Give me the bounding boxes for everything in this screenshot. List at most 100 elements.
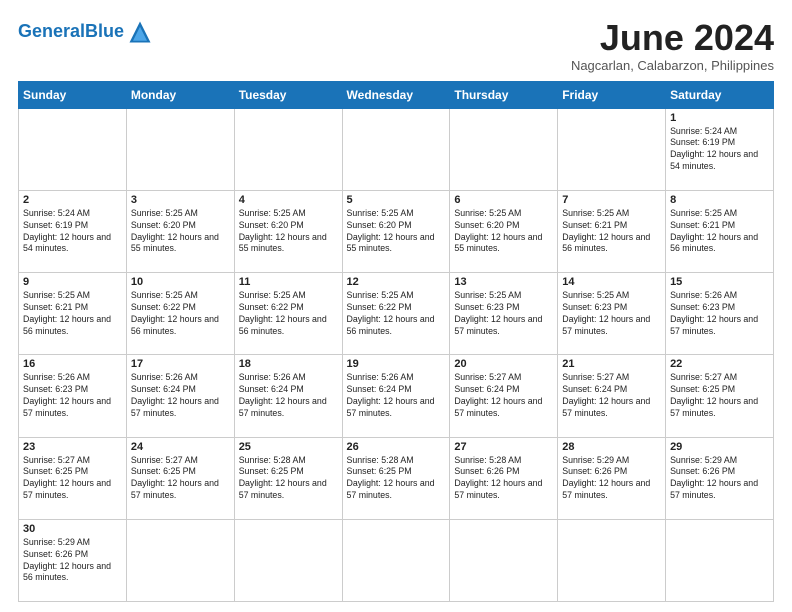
cell-day-number: 25 [239,441,338,453]
cell-sun-info: Sunrise: 5:27 AM Sunset: 6:24 PM Dayligh… [454,372,553,420]
calendar-cell: 22 Sunrise: 5:27 AM Sunset: 6:25 PM Dayli… [666,355,774,437]
cell-day-number: 12 [347,276,446,288]
calendar-cell [666,519,774,601]
calendar-week-row: 23 Sunrise: 5:27 AM Sunset: 6:25 PM Dayli… [19,437,774,519]
cell-sun-info: Sunrise: 5:26 AM Sunset: 6:23 PM Dayligh… [670,290,769,338]
cell-sun-info: Sunrise: 5:25 AM Sunset: 6:23 PM Dayligh… [562,290,661,338]
logo: GeneralBlue [18,18,154,46]
calendar-week-row: 2Sunrise: 5:24 AM Sunset: 6:19 PM Daylig… [19,190,774,272]
day-header-monday: Monday [126,81,234,108]
cell-day-number: 14 [562,276,661,288]
cell-sun-info: Sunrise: 5:26 AM Sunset: 6:24 PM Dayligh… [239,372,338,420]
cell-sun-info: Sunrise: 5:26 AM Sunset: 6:24 PM Dayligh… [347,372,446,420]
cell-day-number: 17 [131,358,230,370]
calendar-cell: 27 Sunrise: 5:28 AM Sunset: 6:26 PM Dayli… [450,437,558,519]
cell-day-number: 7 [562,194,661,206]
cell-day-number: 15 [670,276,769,288]
cell-sun-info: Sunrise: 5:27 AM Sunset: 6:24 PM Dayligh… [562,372,661,420]
cell-day-number: 6 [454,194,553,206]
calendar-cell: 4Sunrise: 5:25 AM Sunset: 6:20 PM Daylig… [234,190,342,272]
cell-sun-info: Sunrise: 5:25 AM Sunset: 6:21 PM Dayligh… [23,290,122,338]
calendar-cell [234,519,342,601]
cell-sun-info: Sunrise: 5:28 AM Sunset: 6:25 PM Dayligh… [239,455,338,503]
calendar-cell: 14 Sunrise: 5:25 AM Sunset: 6:23 PM Dayli… [558,273,666,355]
calendar-cell [558,519,666,601]
cell-sun-info: Sunrise: 5:25 AM Sunset: 6:22 PM Dayligh… [131,290,230,338]
cell-sun-info: Sunrise: 5:25 AM Sunset: 6:23 PM Dayligh… [454,290,553,338]
calendar-cell: 2Sunrise: 5:24 AM Sunset: 6:19 PM Daylig… [19,190,127,272]
cell-sun-info: Sunrise: 5:29 AM Sunset: 6:26 PM Dayligh… [23,537,122,585]
calendar-cell: 15 Sunrise: 5:26 AM Sunset: 6:23 PM Dayli… [666,273,774,355]
cell-day-number: 13 [454,276,553,288]
logo-text: GeneralBlue [18,22,124,42]
cell-sun-info: Sunrise: 5:25 AM Sunset: 6:20 PM Dayligh… [347,208,446,256]
cell-day-number: 23 [23,441,122,453]
cell-day-number: 22 [670,358,769,370]
calendar-cell: 5Sunrise: 5:25 AM Sunset: 6:20 PM Daylig… [342,190,450,272]
calendar-cell [19,108,127,190]
calendar-week-row: 1 Sunrise: 5:24 AM Sunset: 6:19 PM Daylig… [19,108,774,190]
calendar-cell: 24Sunrise: 5:27 AM Sunset: 6:25 PM Dayli… [126,437,234,519]
cell-day-number: 1 [670,112,769,124]
calendar-cell: 11 Sunrise: 5:25 AM Sunset: 6:22 PM Dayli… [234,273,342,355]
calendar-cell: 13 Sunrise: 5:25 AM Sunset: 6:23 PM Dayli… [450,273,558,355]
cell-day-number: 30 [23,523,122,535]
page: GeneralBlue June 2024 Nagcarlan, Calabar… [0,0,792,612]
cell-day-number: 27 [454,441,553,453]
cell-sun-info: Sunrise: 5:29 AM Sunset: 6:26 PM Dayligh… [670,455,769,503]
cell-day-number: 21 [562,358,661,370]
calendar-cell [234,108,342,190]
calendar-cell: 18Sunrise: 5:26 AM Sunset: 6:24 PM Dayli… [234,355,342,437]
cell-sun-info: Sunrise: 5:29 AM Sunset: 6:26 PM Dayligh… [562,455,661,503]
calendar-cell: 6Sunrise: 5:25 AM Sunset: 6:20 PM Daylig… [450,190,558,272]
cell-sun-info: Sunrise: 5:25 AM Sunset: 6:21 PM Dayligh… [562,208,661,256]
calendar-week-row: 9 Sunrise: 5:25 AM Sunset: 6:21 PM Daylig… [19,273,774,355]
calendar-cell: 16Sunrise: 5:26 AM Sunset: 6:23 PM Dayli… [19,355,127,437]
cell-day-number: 3 [131,194,230,206]
cell-sun-info: Sunrise: 5:28 AM Sunset: 6:26 PM Dayligh… [454,455,553,503]
cell-day-number: 19 [347,358,446,370]
cell-sun-info: Sunrise: 5:25 AM Sunset: 6:22 PM Dayligh… [239,290,338,338]
calendar-cell: 26Sunrise: 5:28 AM Sunset: 6:25 PM Dayli… [342,437,450,519]
cell-sun-info: Sunrise: 5:26 AM Sunset: 6:24 PM Dayligh… [131,372,230,420]
calendar-cell: 9 Sunrise: 5:25 AM Sunset: 6:21 PM Daylig… [19,273,127,355]
calendar-cell [126,519,234,601]
cell-sun-info: Sunrise: 5:27 AM Sunset: 6:25 PM Dayligh… [670,372,769,420]
calendar-cell [450,108,558,190]
cell-sun-info: Sunrise: 5:24 AM Sunset: 6:19 PM Dayligh… [23,208,122,256]
calendar-cell: 7 Sunrise: 5:25 AM Sunset: 6:21 PM Daylig… [558,190,666,272]
day-header-friday: Friday [558,81,666,108]
calendar-cell [342,108,450,190]
calendar-cell: 25 Sunrise: 5:28 AM Sunset: 6:25 PM Dayli… [234,437,342,519]
cell-sun-info: Sunrise: 5:25 AM Sunset: 6:20 PM Dayligh… [239,208,338,256]
calendar-cell: 12Sunrise: 5:25 AM Sunset: 6:22 PM Dayli… [342,273,450,355]
calendar-week-row: 16Sunrise: 5:26 AM Sunset: 6:23 PM Dayli… [19,355,774,437]
calendar-cell: 17 Sunrise: 5:26 AM Sunset: 6:24 PM Dayli… [126,355,234,437]
calendar-cell: 20Sunrise: 5:27 AM Sunset: 6:24 PM Dayli… [450,355,558,437]
day-header-thursday: Thursday [450,81,558,108]
day-header-saturday: Saturday [666,81,774,108]
calendar-cell: 30 Sunrise: 5:29 AM Sunset: 6:26 PM Dayli… [19,519,127,601]
calendar-header-row: SundayMondayTuesdayWednesdayThursdayFrid… [19,81,774,108]
calendar-cell: 23Sunrise: 5:27 AM Sunset: 6:25 PM Dayli… [19,437,127,519]
title-block: June 2024 Nagcarlan, Calabarzon, Philipp… [571,18,774,73]
calendar-cell [558,108,666,190]
calendar-cell: 19 Sunrise: 5:26 AM Sunset: 6:24 PM Dayli… [342,355,450,437]
month-title: June 2024 [571,18,774,58]
logo-icon [126,18,154,46]
cell-sun-info: Sunrise: 5:27 AM Sunset: 6:25 PM Dayligh… [131,455,230,503]
calendar-cell [126,108,234,190]
calendar-cell: 10Sunrise: 5:25 AM Sunset: 6:22 PM Dayli… [126,273,234,355]
logo-general: General [18,21,85,41]
cell-day-number: 9 [23,276,122,288]
cell-day-number: 11 [239,276,338,288]
calendar-cell: 8Sunrise: 5:25 AM Sunset: 6:21 PM Daylig… [666,190,774,272]
cell-day-number: 16 [23,358,122,370]
day-header-wednesday: Wednesday [342,81,450,108]
cell-sun-info: Sunrise: 5:25 AM Sunset: 6:20 PM Dayligh… [131,208,230,256]
calendar-cell: 1 Sunrise: 5:24 AM Sunset: 6:19 PM Daylig… [666,108,774,190]
calendar-table: SundayMondayTuesdayWednesdayThursdayFrid… [18,81,774,602]
calendar-cell: 28Sunrise: 5:29 AM Sunset: 6:26 PM Dayli… [558,437,666,519]
cell-day-number: 26 [347,441,446,453]
cell-sun-info: Sunrise: 5:24 AM Sunset: 6:19 PM Dayligh… [670,126,769,174]
